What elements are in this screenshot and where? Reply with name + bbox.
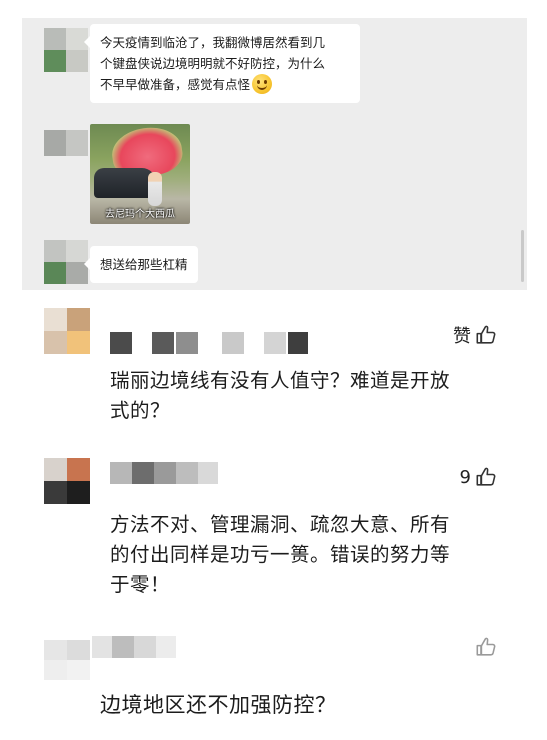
thumbs-up-icon (476, 637, 496, 656)
bubble-line: 不早早做准备，感觉有点怪 (100, 74, 350, 95)
thumbs-up-icon (476, 325, 496, 344)
avatar[interactable] (44, 28, 88, 72)
sticker-image[interactable]: 去尼玛个大西瓜 (90, 124, 190, 224)
comment-line: 方法不对、管理漏洞、疏忽大意、所有 (110, 513, 451, 536)
like-count: 赞 (453, 326, 471, 347)
avatar[interactable] (44, 640, 90, 680)
avatar[interactable] (44, 130, 88, 156)
comment-text: 方法不对、管理漏洞、疏忽大意、所有 的付出同样是功亏一篑。错误的努力等 于零！ (110, 510, 502, 600)
comment-line: 的付出同样是功亏一篑。错误的努力等 (110, 543, 451, 566)
like-button[interactable] (471, 636, 497, 658)
bubble-line: 个键盘侠说边境明明就不好防控，为什么 (100, 56, 326, 71)
comment-text: 瑞丽边境线有没有人值守？难道是开放 式的？ (110, 366, 502, 426)
comment-text: 边境地区还不加强防控？ (100, 690, 492, 720)
thumbs-up-icon (476, 467, 496, 486)
person-shape (148, 172, 162, 206)
like-button[interactable]: 赞 (453, 322, 497, 348)
bubble-line: 今天疫情到临沧了，我翻微博居然看到几 (100, 35, 326, 50)
smile-emoji-icon (252, 74, 273, 94)
sticker-caption: 去尼玛个大西瓜 (105, 209, 175, 220)
avatar[interactable] (44, 458, 90, 504)
bubble-line: 想送给那些杠精 (100, 257, 188, 272)
avatar[interactable] (44, 240, 88, 284)
chat-screenshot: 今天疫情到临沧了，我翻微博居然看到几 个键盘侠说边境明明就不好防控，为什么 不早… (22, 18, 527, 290)
comment-line: 边境地区还不加强防控？ (100, 693, 337, 717)
like-button[interactable]: 9 (460, 466, 497, 488)
comment-line: 式的？ (110, 399, 171, 422)
like-count: 9 (459, 466, 471, 488)
car-shape (94, 168, 156, 198)
chat-scrollbar (521, 230, 524, 282)
comment-line: 于零！ (110, 573, 171, 596)
avatar[interactable] (44, 308, 90, 354)
chat-bubble: 想送给那些杠精 (84, 246, 198, 283)
comment-line: 瑞丽边境线有没有人值守？难道是开放 (110, 369, 451, 392)
chat-bubble: 今天疫情到临沧了，我翻微博居然看到几 个键盘侠说边境明明就不好防控，为什么 不早… (84, 24, 360, 103)
